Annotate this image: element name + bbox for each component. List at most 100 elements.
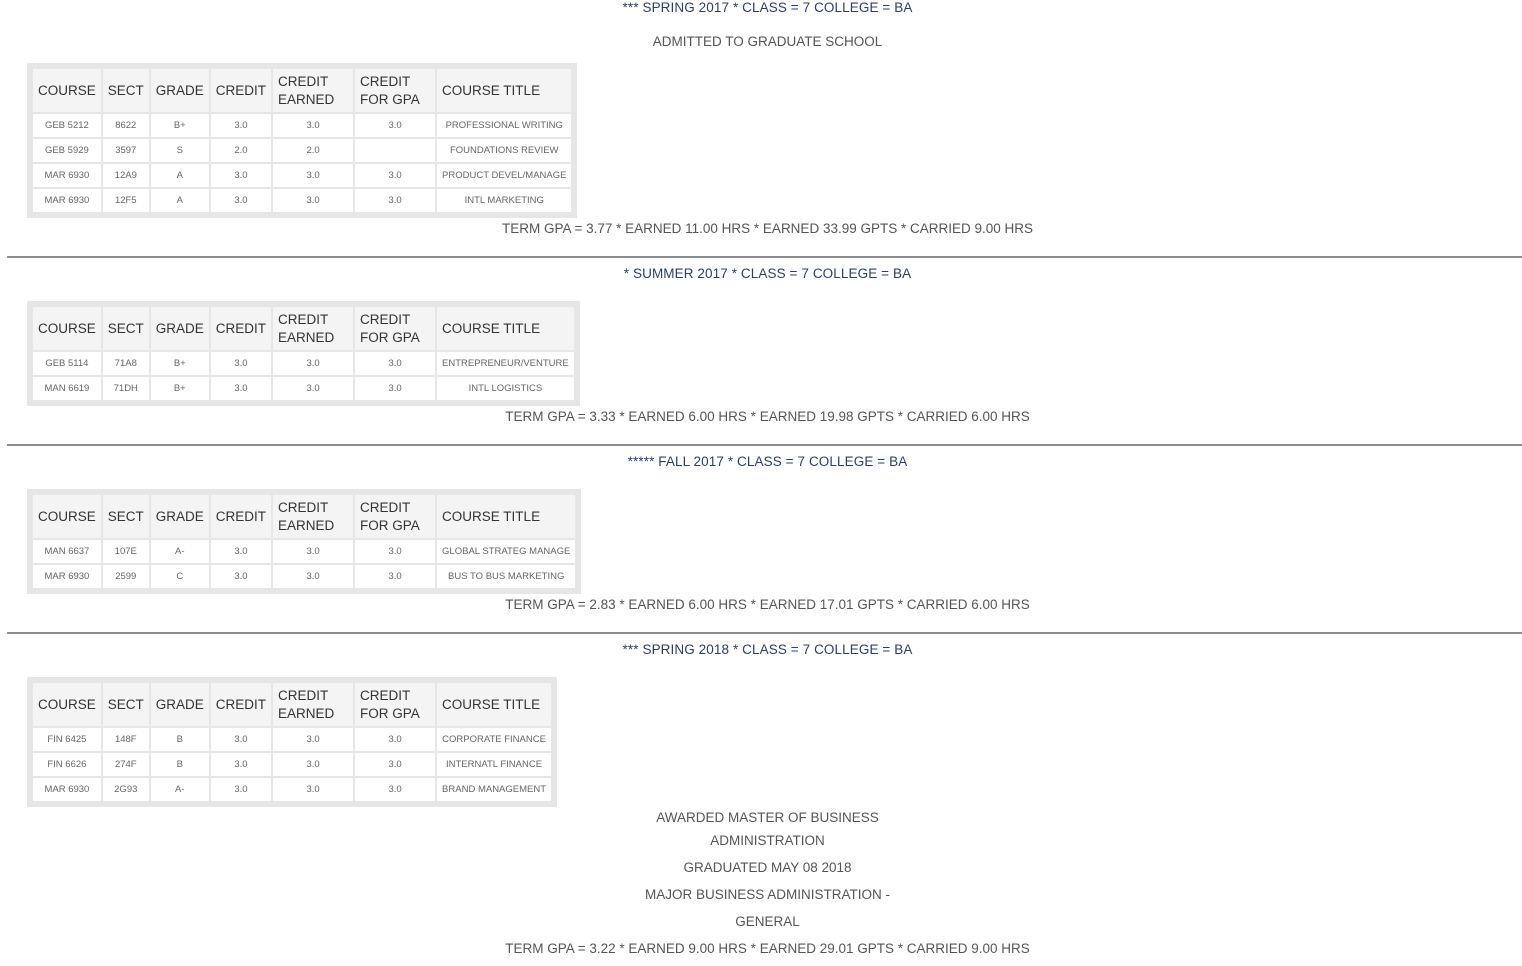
cell-credit-earned: 3.0 xyxy=(273,189,354,212)
cell-credit-earned: 3.0 xyxy=(273,164,354,187)
cell-course: GEB 5929 xyxy=(33,139,101,162)
header-course: COURSE xyxy=(33,683,101,726)
cell-course: MAR 6930 xyxy=(33,565,101,588)
header-sect: SECT xyxy=(102,307,149,350)
cell-grade: B+ xyxy=(150,352,209,375)
cell-course-title: PRODUCT DEVEL/MANAGE xyxy=(437,164,572,187)
table-row: GEB 5212 8622 B+ 3.0 3.0 3.0 PROFESSIONA… xyxy=(33,114,572,137)
term-heading: *** SPRING 2018 * CLASS = 7 COLLEGE = BA xyxy=(622,642,913,657)
cell-grade: B+ xyxy=(150,377,209,400)
table-row: MAR 6930 2G93 A- 3.0 3.0 3.0 BRAND MANAG… xyxy=(33,778,552,801)
header-credit: CREDIT xyxy=(210,307,272,350)
cell-sect: 3597 xyxy=(102,139,149,162)
table-header-row: COURSE SECT GRADE CREDIT CREDIT EARNED C… xyxy=(33,307,574,350)
cell-credit: 3.0 xyxy=(210,352,272,375)
header-grade: GRADE xyxy=(150,69,209,112)
cell-credit-gpa: 3.0 xyxy=(355,189,436,212)
cell-course: MAR 6930 xyxy=(33,164,101,187)
major-note: GENERAL xyxy=(735,914,800,929)
cell-course-title: BUS TO BUS MARKETING xyxy=(437,565,576,588)
header-credit-earned: CREDIT EARNED xyxy=(273,307,354,350)
header-sect: SECT xyxy=(102,495,149,538)
cell-grade: B+ xyxy=(150,114,209,137)
cell-course-title: BRAND MANAGEMENT xyxy=(437,778,552,801)
cell-sect: 2599 xyxy=(102,565,149,588)
cell-course: FIN 6626 xyxy=(33,753,101,776)
header-credit-earned: CREDIT EARNED xyxy=(273,69,354,112)
cell-credit-earned: 3.0 xyxy=(273,728,354,751)
cell-credit-gpa: 3.0 xyxy=(355,778,436,801)
header-credit-gpa: CREDIT FOR GPA xyxy=(355,307,436,350)
cell-credit-earned: 3.0 xyxy=(273,114,354,137)
term-summary: TERM GPA = 3.22 * EARNED 9.00 HRS * EARN… xyxy=(505,941,1030,956)
cell-course-title: INTL MARKETING xyxy=(437,189,572,212)
table-row: FIN 6626 274F B 3.0 3.0 3.0 INTERNATL FI… xyxy=(33,753,552,776)
cell-sect: 12F5 xyxy=(102,189,149,212)
degree-note: AWARDED MASTER OF BUSINESS xyxy=(656,810,879,825)
graduation-note: GRADUATED MAY 08 2018 xyxy=(683,860,852,875)
table-row: MAR 6930 12A9 A 3.0 3.0 3.0 PRODUCT DEVE… xyxy=(33,164,572,187)
cell-credit: 3.0 xyxy=(210,778,272,801)
header-course-title: COURSE TITLE xyxy=(437,683,552,726)
cell-course-title: CORPORATE FINANCE xyxy=(437,728,552,751)
cell-course: GEB 5114 xyxy=(33,352,101,375)
header-course: COURSE xyxy=(33,495,101,538)
cell-course: MAN 6619 xyxy=(33,377,101,400)
header-credit: CREDIT xyxy=(210,69,272,112)
header-grade: GRADE xyxy=(150,307,209,350)
cell-grade: A xyxy=(150,189,209,212)
cell-credit: 3.0 xyxy=(210,189,272,212)
section-divider xyxy=(7,256,1522,258)
cell-grade: A- xyxy=(150,540,209,563)
section-divider xyxy=(7,444,1522,446)
cell-sect: 2G93 xyxy=(102,778,149,801)
header-credit: CREDIT xyxy=(210,683,272,726)
table-header-row: COURSE SECT GRADE CREDIT CREDIT EARNED C… xyxy=(33,683,552,726)
cell-course: MAN 6637 xyxy=(33,540,101,563)
degree-note: ADMINISTRATION xyxy=(710,833,825,848)
cell-sect: 148F xyxy=(102,728,149,751)
term-heading: * SUMMER 2017 * CLASS = 7 COLLEGE = BA xyxy=(623,266,912,281)
cell-sect: 274F xyxy=(102,753,149,776)
cell-sect: 8622 xyxy=(102,114,149,137)
header-sect: SECT xyxy=(102,683,149,726)
header-credit: CREDIT xyxy=(210,495,272,538)
header-credit-gpa: CREDIT FOR GPA xyxy=(355,69,436,112)
cell-course: MAR 6930 xyxy=(33,778,101,801)
cell-course-title: INTERNATL FINANCE xyxy=(437,753,552,776)
term-summary: TERM GPA = 3.33 * EARNED 6.00 HRS * EARN… xyxy=(505,409,1030,424)
header-credit-earned: CREDIT EARNED xyxy=(273,495,354,538)
table-row: MAR 6930 2599 C 3.0 3.0 3.0 BUS TO BUS M… xyxy=(33,565,576,588)
table-row: GEB 5929 3597 S 2.0 2.0 FOUNDATIONS REVI… xyxy=(33,139,572,162)
table-row: FIN 6425 148F B 3.0 3.0 3.0 CORPORATE FI… xyxy=(33,728,552,751)
term-summary: TERM GPA = 3.77 * EARNED 11.00 HRS * EAR… xyxy=(501,221,1034,236)
header-credit-gpa: CREDIT FOR GPA xyxy=(355,683,436,726)
cell-credit: 2.0 xyxy=(210,139,272,162)
cell-course-title: FOUNDATIONS REVIEW xyxy=(437,139,572,162)
cell-credit: 3.0 xyxy=(210,377,272,400)
cell-sect: 107E xyxy=(102,540,149,563)
cell-credit-gpa xyxy=(355,139,436,162)
header-credit-earned: CREDIT EARNED xyxy=(273,683,354,726)
term-note: ADMITTED TO GRADUATE SCHOOL xyxy=(652,34,883,49)
cell-credit: 3.0 xyxy=(210,114,272,137)
header-course-title: COURSE TITLE xyxy=(437,495,576,538)
cell-grade: B xyxy=(150,753,209,776)
cell-credit: 3.0 xyxy=(210,728,272,751)
table-row: MAN 6637 107E A- 3.0 3.0 3.0 GLOBAL STRA… xyxy=(33,540,576,563)
table-row: GEB 5114 71A8 B+ 3.0 3.0 3.0 ENTREPRENEU… xyxy=(33,352,574,375)
cell-course: FIN 6425 xyxy=(33,728,101,751)
cell-sect: 71DH xyxy=(102,377,149,400)
cell-credit-earned: 3.0 xyxy=(273,565,354,588)
cell-credit: 3.0 xyxy=(210,753,272,776)
cell-course: MAR 6930 xyxy=(33,189,101,212)
cell-credit-earned: 2.0 xyxy=(273,139,354,162)
cell-course-title: GLOBAL STRATEG MANAGE xyxy=(437,540,576,563)
cell-credit-gpa: 3.0 xyxy=(355,352,436,375)
term-heading: *** SPRING 2017 * CLASS = 7 COLLEGE = BA xyxy=(622,0,913,15)
term-summary: TERM GPA = 2.83 * EARNED 6.00 HRS * EARN… xyxy=(505,597,1030,612)
course-table: COURSE SECT GRADE CREDIT CREDIT EARNED C… xyxy=(27,489,582,594)
cell-grade: C xyxy=(150,565,209,588)
cell-credit-earned: 3.0 xyxy=(273,540,354,563)
cell-course-title: PROFESSIONAL WRITING xyxy=(437,114,572,137)
